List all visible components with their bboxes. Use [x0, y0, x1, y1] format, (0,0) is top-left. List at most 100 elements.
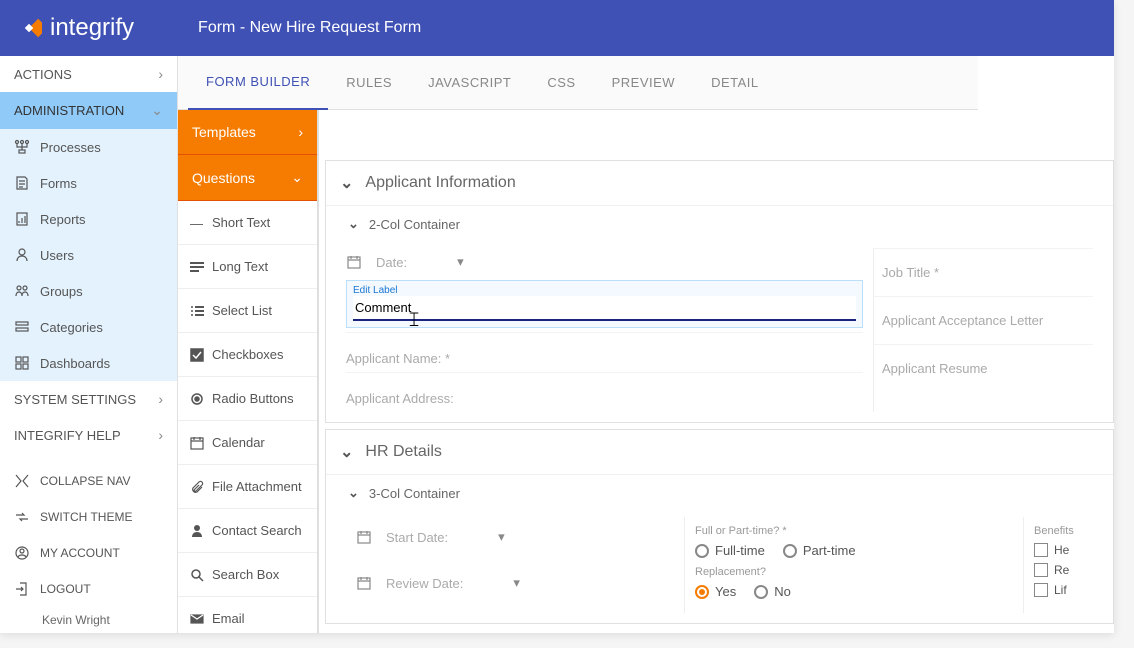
qtype-label: Email	[212, 611, 245, 626]
sidebar-section-integrify-help[interactable]: INTEGRIFY HELP ›	[0, 417, 177, 453]
accordion-label: Questions	[192, 170, 255, 186]
sidebar-section-label: SYSTEM SETTINGS	[14, 392, 136, 407]
label-editor: Edit Label 𝙸	[346, 280, 863, 328]
chevron-down-icon: ⌄	[348, 216, 359, 232]
section-header[interactable]: ⌄ Applicant Information	[326, 161, 1113, 205]
checkbox-icon	[190, 348, 204, 362]
chevron-right-icon: ›	[298, 124, 303, 140]
field-label: Applicant Name: *	[346, 351, 450, 366]
tab-bar: FORM BUILDER RULES JAVASCRIPT CSS PREVIE…	[178, 56, 978, 110]
qtype-file-attachment[interactable]: File Attachment	[178, 465, 317, 509]
chevron-down-icon: ⌄	[348, 485, 359, 501]
checkbox-label: Lif	[1054, 583, 1067, 597]
sidebar-section-label: ACTIONS	[14, 67, 72, 82]
qtype-checkboxes[interactable]: Checkboxes	[178, 333, 317, 377]
forms-icon	[14, 175, 30, 191]
qtype-email[interactable]: Email	[178, 597, 317, 633]
qtype-calendar[interactable]: Calendar	[178, 421, 317, 465]
sidebar-item-forms[interactable]: Forms	[0, 165, 177, 201]
section-header[interactable]: ⌄ HR Details	[326, 430, 1113, 474]
container-title: 3-Col Container	[369, 486, 460, 501]
theme-icon	[14, 509, 30, 525]
sidebar-item-categories[interactable]: Categories	[0, 309, 177, 345]
qtype-contact-search[interactable]: Contact Search	[178, 509, 317, 553]
tab-css[interactable]: CSS	[529, 56, 593, 110]
logout-icon	[14, 581, 30, 597]
field-review-date[interactable]: Review Date: ▾	[356, 569, 674, 597]
qtype-short-text[interactable]: —Short Text	[178, 201, 317, 245]
util-label: LOGOUT	[40, 582, 91, 596]
checkbox-benefit-1[interactable]: He	[1034, 543, 1083, 557]
checkbox-benefit-2[interactable]: Re	[1034, 563, 1083, 577]
field-start-date[interactable]: Start Date: ▾	[356, 523, 674, 551]
qtype-select-list[interactable]: Select List	[178, 289, 317, 333]
field-resume[interactable]: Applicant Resume	[874, 344, 1093, 392]
field-applicant-name[interactable]: Applicant Name: *	[346, 332, 863, 372]
checkbox-benefit-3[interactable]: Lif	[1034, 583, 1083, 597]
logout-button[interactable]: LOGOUT	[0, 571, 177, 607]
qtype-long-text[interactable]: Long Text	[178, 245, 317, 289]
field-applicant-address[interactable]: Applicant Address:	[346, 372, 863, 412]
app-header: integrify Form - New Hire Request Form	[0, 0, 1114, 56]
my-account-button[interactable]: MY ACCOUNT	[0, 535, 177, 571]
qtype-label: Calendar	[212, 435, 265, 450]
questions-accordion[interactable]: Questions ⌄	[178, 155, 317, 201]
attachment-icon	[190, 480, 204, 494]
radio-label: Full-time	[715, 543, 765, 558]
container-header[interactable]: ⌄ 2-Col Container	[326, 205, 1113, 242]
tab-detail[interactable]: DETAIL	[693, 56, 777, 110]
tab-javascript[interactable]: JAVASCRIPT	[410, 56, 529, 110]
radio-yes[interactable]: Yes	[695, 584, 736, 599]
sidebar-item-label: Forms	[40, 176, 77, 191]
sidebar-section-actions[interactable]: ACTIONS ›	[0, 56, 177, 92]
accordion-label: Templates	[192, 124, 256, 140]
sidebar-item-label: Users	[40, 248, 74, 263]
switch-theme-button[interactable]: SWITCH THEME	[0, 499, 177, 535]
chevron-right-icon: ›	[158, 391, 163, 407]
label-input[interactable]	[353, 296, 856, 319]
section-title: Applicant Information	[365, 174, 515, 192]
sidebar-item-groups[interactable]: Groups	[0, 273, 177, 309]
tab-form-builder[interactable]: FORM BUILDER	[188, 56, 328, 110]
sidebar-section-administration[interactable]: ADMINISTRATION ⌄	[0, 92, 177, 129]
form-canvas: ⌄ Applicant Information ⌄ 2-Col Containe…	[319, 110, 1114, 633]
qtype-search-box[interactable]: Search Box	[178, 553, 317, 597]
qtype-label: Select List	[212, 303, 272, 318]
radio-parttime[interactable]: Part-time	[783, 543, 856, 558]
sidebar-section-label: ADMINISTRATION	[14, 103, 124, 118]
dropdown-caret-icon: ▾	[457, 254, 464, 270]
qtype-label: Search Box	[212, 567, 279, 582]
search-icon	[190, 568, 204, 582]
templates-accordion[interactable]: Templates ›	[178, 110, 317, 155]
dropdown-caret-icon: ▾	[498, 529, 505, 545]
field-job-title[interactable]: Job Title *	[874, 248, 1093, 296]
sidebar-item-label: Reports	[40, 212, 86, 227]
qtype-label: Short Text	[212, 215, 270, 230]
email-icon	[190, 612, 204, 626]
radio-fulltime[interactable]: Full-time	[695, 543, 765, 558]
calendar-icon	[190, 436, 204, 450]
field-date[interactable]: Date: ▾	[346, 248, 863, 276]
radio-no[interactable]: No	[754, 584, 791, 599]
field-label: Date:	[376, 255, 407, 270]
qtype-label: File Attachment	[212, 479, 302, 494]
sidebar-item-users[interactable]: Users	[0, 237, 177, 273]
chevron-down-icon: ⌄	[340, 173, 353, 193]
calendar-icon	[356, 529, 372, 545]
tab-preview[interactable]: PREVIEW	[594, 56, 693, 110]
field-acceptance-letter[interactable]: Applicant Acceptance Letter	[874, 296, 1093, 344]
tab-rules[interactable]: RULES	[328, 56, 410, 110]
sidebar: ACTIONS › ADMINISTRATION ⌄ Processes For…	[0, 56, 178, 633]
container-header[interactable]: ⌄ 3-Col Container	[326, 474, 1113, 511]
select-list-icon	[190, 304, 204, 318]
sidebar-section-system-settings[interactable]: SYSTEM SETTINGS ›	[0, 381, 177, 417]
collapse-nav-button[interactable]: COLLAPSE NAV	[0, 463, 177, 499]
sidebar-item-dashboards[interactable]: Dashboards	[0, 345, 177, 381]
sidebar-item-reports[interactable]: Reports	[0, 201, 177, 237]
sidebar-section-label: INTEGRIFY HELP	[14, 428, 121, 443]
fulltime-label: Full or Part-time? *	[695, 525, 1013, 537]
sidebar-item-label: Dashboards	[40, 356, 110, 371]
qtype-radio-buttons[interactable]: Radio Buttons	[178, 377, 317, 421]
sidebar-item-processes[interactable]: Processes	[0, 129, 177, 165]
dashboards-icon	[14, 355, 30, 371]
